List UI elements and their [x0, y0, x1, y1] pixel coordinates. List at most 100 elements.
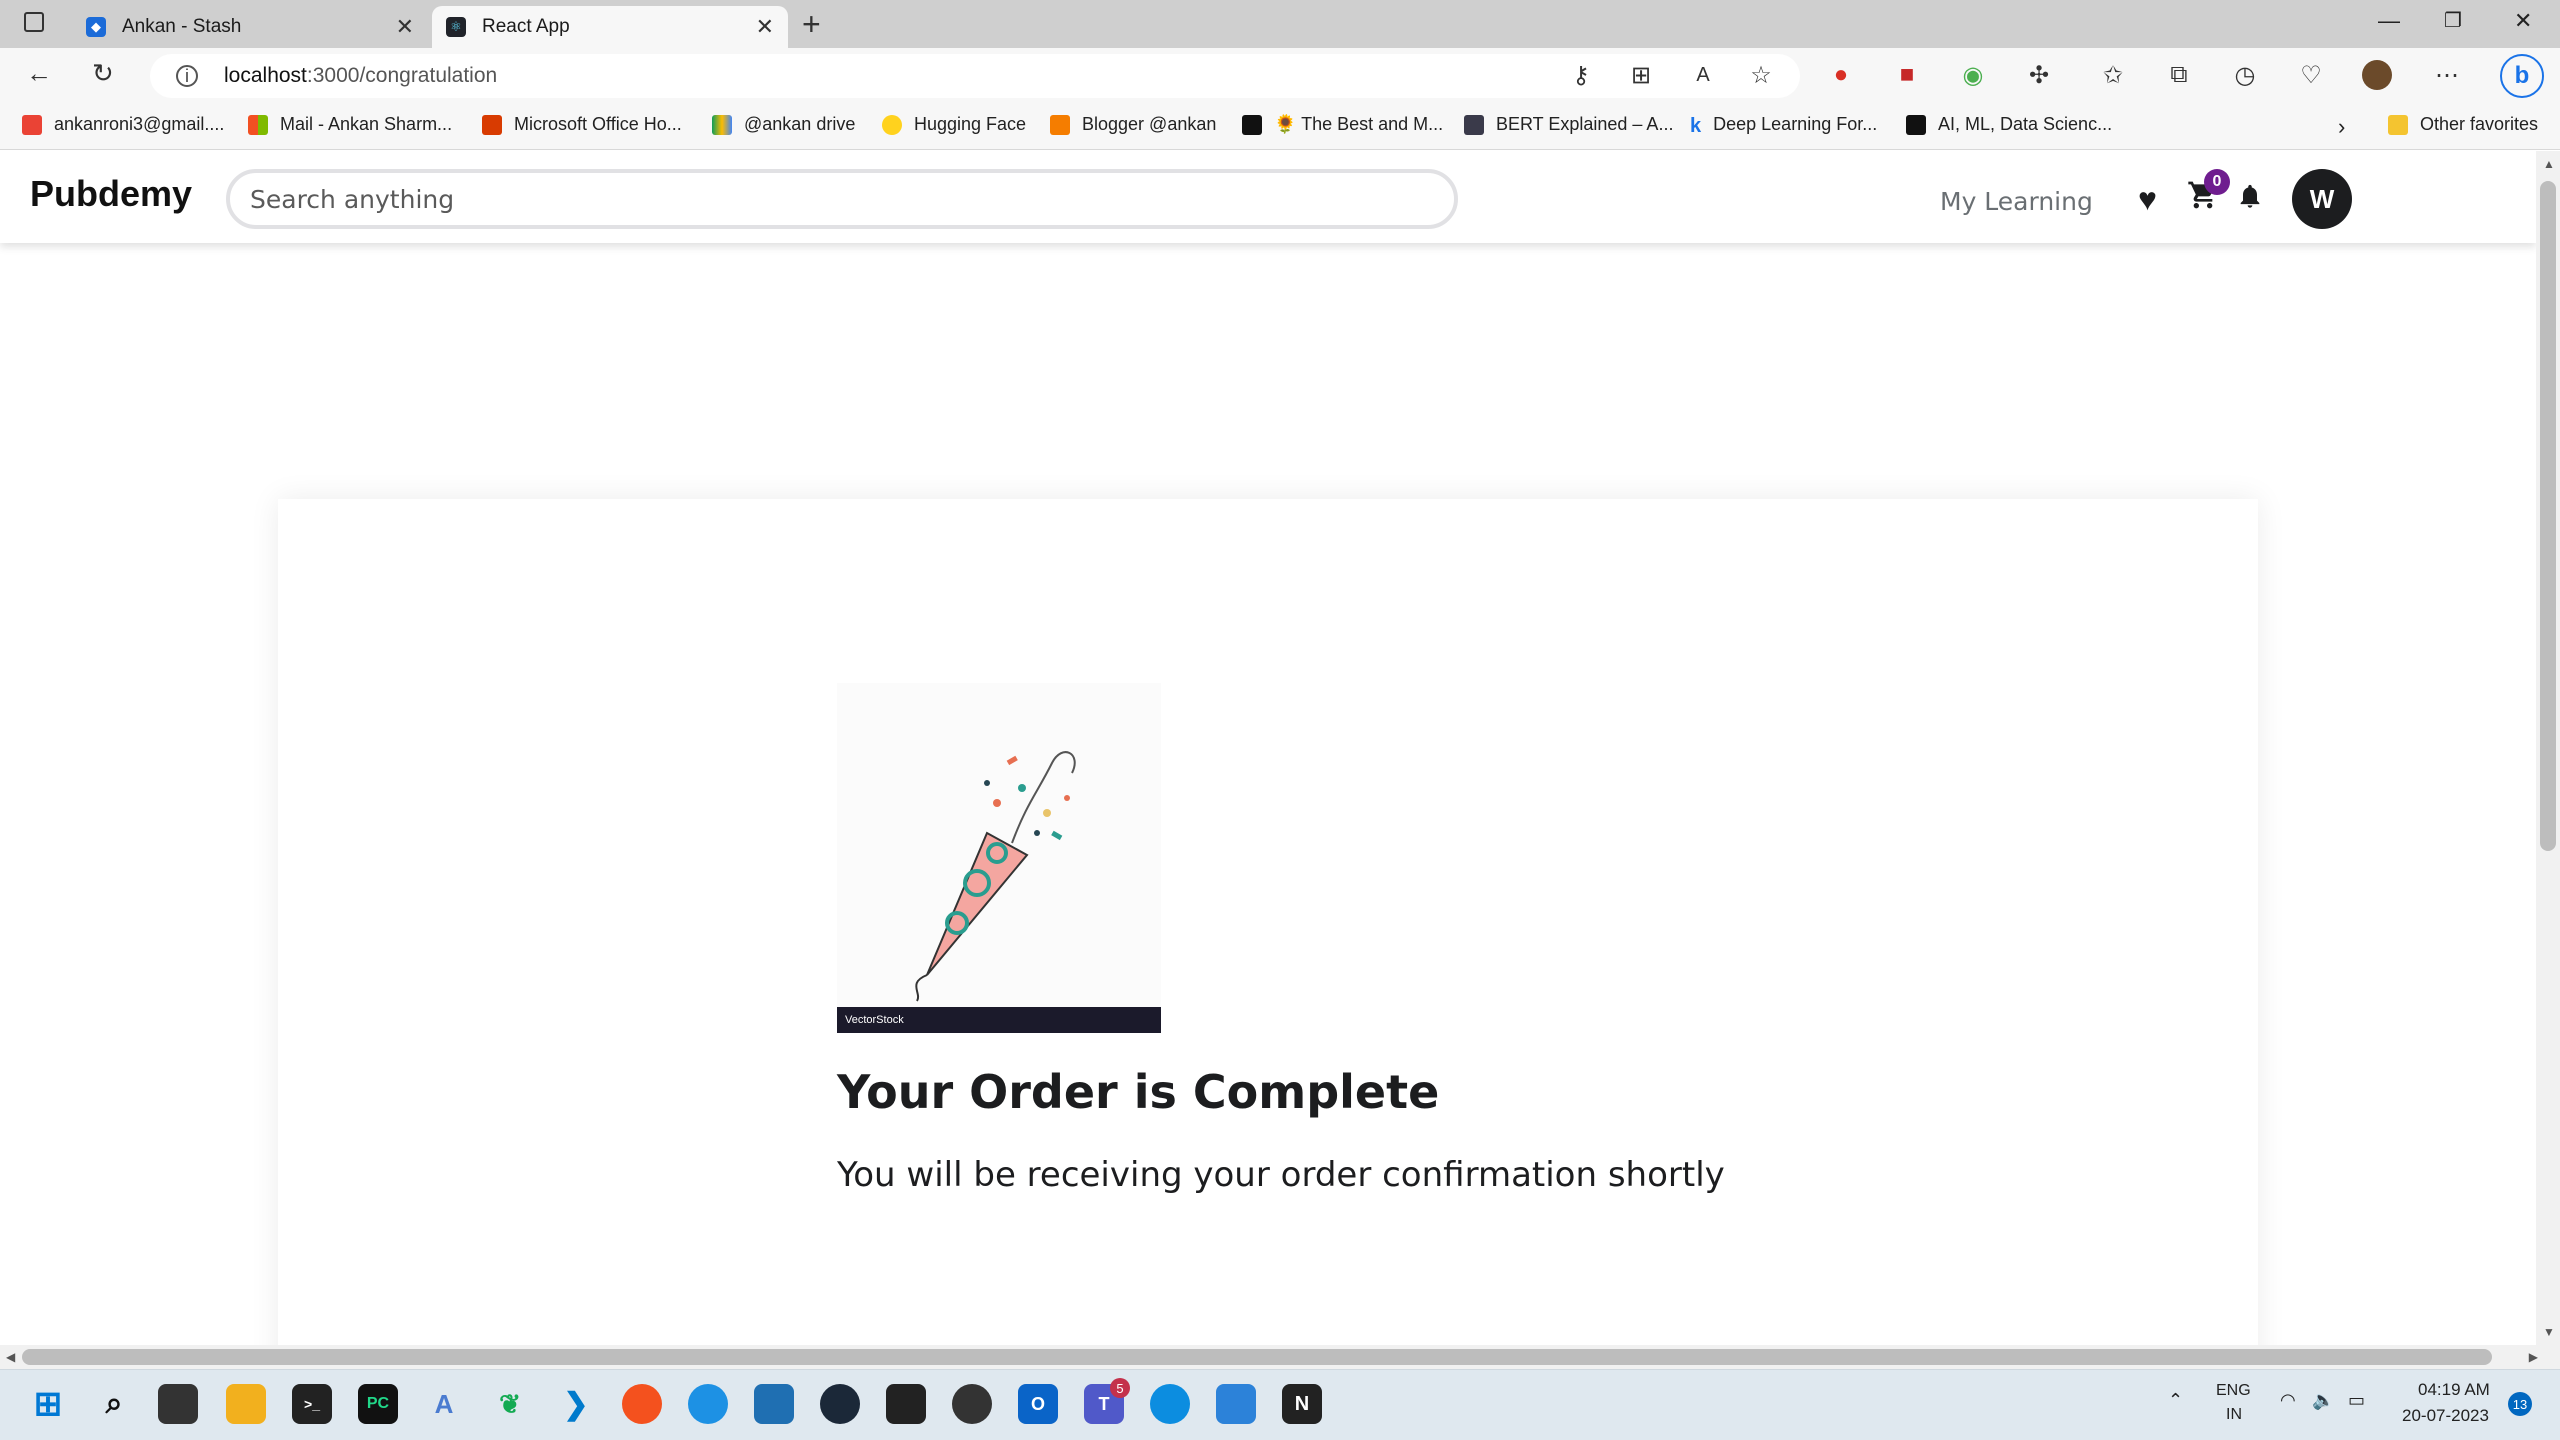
davinci-icon[interactable]	[886, 1384, 926, 1424]
volume-icon[interactable]: 🔈	[2312, 1390, 2334, 1411]
postman-icon[interactable]	[622, 1384, 662, 1424]
refresh-icon[interactable]: ↻	[92, 58, 114, 89]
obs-icon[interactable]	[952, 1384, 992, 1424]
bookmark-mail[interactable]: Mail - Ankan Sharm...	[248, 114, 452, 135]
folder-icon	[2388, 114, 2408, 135]
start-icon[interactable]: ⊞	[28, 1384, 68, 1424]
clock-time[interactable]: 04:19 AM	[2418, 1380, 2490, 1400]
language-bottom[interactable]: IN	[2226, 1406, 2242, 1424]
outlook-icon[interactable]: O	[1018, 1384, 1058, 1424]
search-icon[interactable]: ⌕	[94, 1384, 134, 1424]
history-icon[interactable]: ◷	[2230, 60, 2260, 90]
scroll-right-icon[interactable]: ▶	[2529, 1350, 2538, 1364]
other-favorites[interactable]: Other favorites	[2388, 114, 2538, 135]
confirmation-message: You will be receiving your order confirm…	[837, 1155, 1725, 1195]
app-blue-icon[interactable]	[754, 1384, 794, 1424]
notification-bell-icon[interactable]	[2236, 181, 2264, 219]
battery-icon[interactable]: ▭	[2348, 1390, 2365, 1411]
collections-icon[interactable]: ⧉	[2164, 60, 2194, 90]
url-path: :3000/congratulation	[306, 64, 498, 87]
site-info-icon[interactable]: i	[176, 65, 198, 87]
restore-icon[interactable]: ❐	[2444, 8, 2462, 33]
stash-favicon-icon: ◆	[86, 17, 106, 37]
clock-date[interactable]: 20-07-2023	[2402, 1406, 2489, 1426]
bookmark-label: Blogger @ankan	[1082, 114, 1217, 134]
scroll-down-icon[interactable]: ▼	[2543, 1325, 2555, 1339]
pycharm-icon[interactable]: PC	[358, 1384, 398, 1424]
tab-ankan-stash[interactable]: ◆ Ankan - Stash ✕	[72, 6, 428, 48]
bookmark-gmail[interactable]: ankanroni3@gmail....	[22, 114, 224, 135]
terminal-icon[interactable]: >_	[292, 1384, 332, 1424]
browser-titlebar: ◆ Ankan - Stash ✕ ⚛ React App ✕ + — ❐ ✕	[0, 0, 2560, 48]
bert-icon	[1464, 114, 1484, 135]
bookmark-label: BERT Explained – A...	[1496, 114, 1674, 134]
apps-icon[interactable]: ⊞	[1626, 60, 1656, 90]
new-tab-icon[interactable]: +	[802, 6, 821, 43]
horizontal-scroll-thumb[interactable]	[22, 1349, 2492, 1365]
tab-actions-icon[interactable]	[24, 12, 44, 32]
window-close-icon[interactable]: ✕	[2514, 8, 2532, 34]
extension-red-icon[interactable]: ■	[1892, 60, 1922, 90]
vertical-scroll-thumb[interactable]	[2540, 181, 2556, 851]
ai-icon	[1906, 114, 1926, 135]
bookmark-office[interactable]: Microsoft Office Ho...	[482, 114, 682, 135]
teams-badge: 5	[1110, 1378, 1130, 1398]
performance-icon[interactable]: ♡	[2296, 60, 2326, 90]
search-input[interactable]	[226, 169, 1458, 229]
tray-overflow-icon[interactable]: ⌃	[2168, 1390, 2183, 1411]
language-top[interactable]: ENG	[2216, 1382, 2251, 1400]
extension-green-icon[interactable]: ◉	[1958, 60, 1988, 90]
tab-close-icon[interactable]: ✕	[756, 14, 774, 40]
horizontal-scrollbar[interactable]: ◀ ▶	[0, 1345, 2560, 1369]
bookmark-bert[interactable]: BERT Explained – A...	[1464, 114, 1673, 135]
bookmark-best[interactable]: 🌻 The Best and M...	[1242, 114, 1443, 135]
minimize-icon[interactable]: —	[2378, 8, 2400, 34]
extensions-icon[interactable]: ✣	[2024, 60, 2054, 90]
bing-icon[interactable]: b	[2500, 54, 2544, 98]
favorite-star-icon[interactable]: ☆	[1746, 60, 1776, 90]
app-a-icon[interactable]: A	[424, 1384, 464, 1424]
tab-react-app[interactable]: ⚛ React App ✕	[432, 6, 788, 48]
order-complete-card: VectorStock Your Order is Complete You w…	[278, 499, 2258, 1345]
url-field[interactable]: i localhost:3000/congratulation	[150, 54, 1800, 98]
extension-color-icon[interactable]: ●	[1826, 60, 1856, 90]
url-host: localhost	[224, 64, 307, 87]
party-popper-icon	[915, 751, 1076, 1002]
bookmarks-overflow-icon[interactable]: ›	[2338, 114, 2345, 140]
notion-icon[interactable]: N	[1282, 1384, 1322, 1424]
bookmark-hugging-face[interactable]: Hugging Face	[882, 114, 1026, 135]
vscode-icon[interactable]: ❯	[556, 1384, 596, 1424]
scroll-up-icon[interactable]: ▲	[2543, 157, 2555, 171]
notification-count-badge[interactable]: 13	[2508, 1392, 2532, 1416]
task-view-icon[interactable]	[158, 1384, 198, 1424]
wishlist-heart-icon[interactable]: ♥	[2138, 181, 2157, 218]
more-menu-icon[interactable]: ⋯	[2432, 60, 2462, 90]
vertical-scrollbar[interactable]: ▲ ▼	[2536, 151, 2560, 1345]
favorites-icon[interactable]: ✩	[2098, 60, 2128, 90]
bookmark-blogger[interactable]: Blogger @ankan	[1050, 114, 1216, 135]
my-learning-link[interactable]: My Learning	[1940, 187, 2093, 216]
user-avatar[interactable]: W	[2292, 169, 2352, 229]
notepad-icon[interactable]	[1216, 1384, 1256, 1424]
edge-icon[interactable]	[1150, 1384, 1190, 1424]
mongodb-icon[interactable]: ❦	[490, 1384, 530, 1424]
steam-icon[interactable]	[820, 1384, 860, 1424]
file-explorer-icon[interactable]	[226, 1384, 266, 1424]
docker-icon[interactable]	[688, 1384, 728, 1424]
bookmarks-bar: ankanroni3@gmail.... Mail - Ankan Sharm.…	[0, 104, 2560, 150]
key-icon[interactable]: ⚷	[1566, 60, 1596, 90]
bookmark-deep-learning[interactable]: k Deep Learning For...	[1690, 114, 1877, 137]
app-logo[interactable]: Pubdemy	[30, 173, 192, 215]
tab-close-icon[interactable]: ✕	[396, 14, 414, 40]
read-aloud-icon[interactable]: A	[1688, 60, 1718, 90]
profile-avatar-icon[interactable]	[2362, 60, 2392, 90]
wifi-icon[interactable]: ◠	[2280, 1390, 2296, 1411]
page-title: Your Order is Complete	[837, 1065, 1440, 1119]
bookmark-label: Microsoft Office Ho...	[514, 114, 682, 134]
bookmark-ai-ml[interactable]: AI, ML, Data Scienc...	[1906, 114, 2112, 135]
bookmark-label: Hugging Face	[914, 114, 1027, 134]
bookmark-drive[interactable]: @ankan drive	[712, 114, 855, 135]
scroll-left-icon[interactable]: ◀	[6, 1350, 15, 1364]
back-icon[interactable]: ←	[26, 58, 52, 89]
page-viewport: Pubdemy My Learning ♥ 0 W	[0, 151, 2536, 1345]
